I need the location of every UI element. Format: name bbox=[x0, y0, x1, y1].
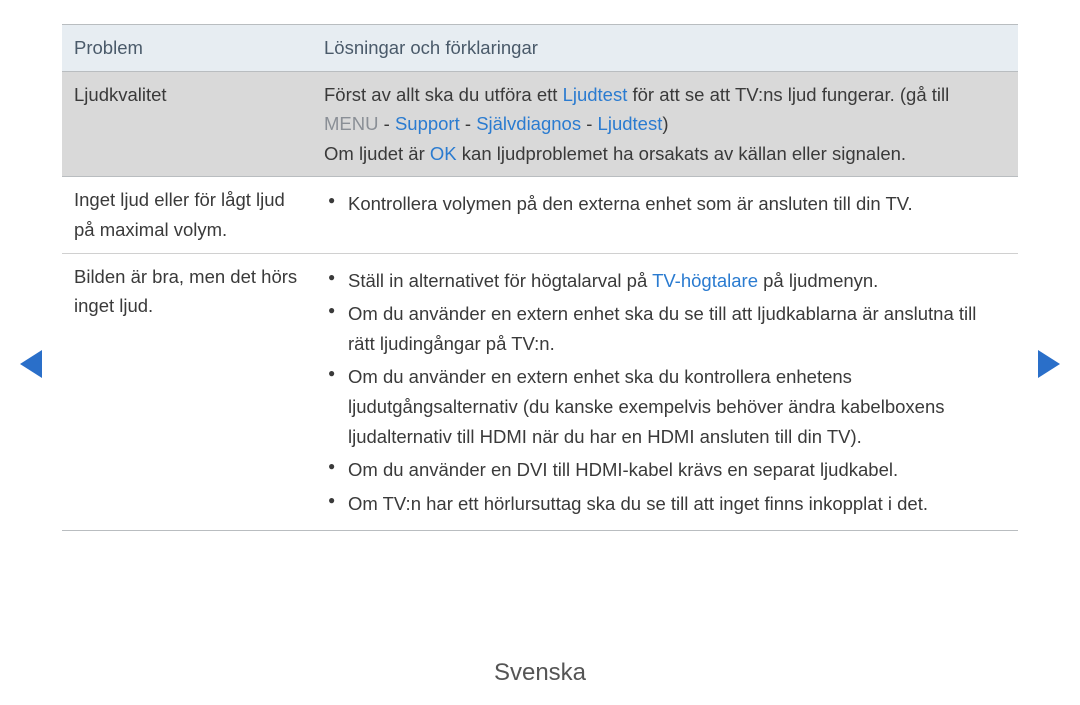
text: Om ljudet är bbox=[324, 143, 430, 164]
sep: - bbox=[378, 113, 394, 134]
text: kan ljudproblemet ha orsakats av källan … bbox=[457, 143, 906, 164]
list-item: Ställ in alternativet för högtalarval på… bbox=[324, 266, 1006, 296]
content-area: Problem Lösningar och förklaringar Ljudk… bbox=[62, 24, 1018, 531]
bullet-list: Ställ in alternativet för högtalarval på… bbox=[324, 266, 1006, 519]
footer-language: Svenska bbox=[0, 659, 1080, 687]
list-item: Om du använder en extern enhet ska du ko… bbox=[324, 362, 1006, 451]
menu-path-support: Support bbox=[395, 113, 460, 134]
solution-line-1: Först av allt ska du utföra ett Ljudtest… bbox=[324, 80, 1006, 110]
sep: - bbox=[460, 113, 476, 134]
solution-line-3: Om ljudet är OK kan ljudproblemet ha ors… bbox=[324, 139, 1006, 169]
solution-cell: Kontrollera volymen på den externa enhet… bbox=[312, 177, 1018, 253]
row-sound-quality: Ljudkvalitet Först av allt ska du utföra… bbox=[62, 71, 1018, 177]
row-no-sound: Inget ljud eller för lågt ljud på maxima… bbox=[62, 177, 1018, 253]
sep: - bbox=[581, 113, 597, 134]
table-header-row: Problem Lösningar och förklaringar bbox=[62, 25, 1018, 72]
list-item: Om du använder en extern enhet ska du se… bbox=[324, 299, 1006, 358]
prev-page-arrow-icon[interactable] bbox=[20, 350, 42, 378]
highlight-soundtest: Ljudtest bbox=[563, 84, 628, 105]
list-item: Om du använder en DVI till HDMI-kabel kr… bbox=[324, 455, 1006, 485]
header-solution: Lösningar och förklaringar bbox=[312, 25, 1018, 72]
text: för att se att TV:ns ljud fungerar. (gå … bbox=[627, 84, 949, 105]
highlight-tv-speaker: TV-högtalare bbox=[652, 270, 758, 291]
solution-menu-path: MENU - Support - Självdiagnos - Ljudtest… bbox=[324, 109, 1006, 139]
solution-cell: Ställ in alternativet för högtalarval på… bbox=[312, 253, 1018, 531]
bullet-list: Kontrollera volymen på den externa enhet… bbox=[324, 189, 1006, 219]
row-picture-ok-no-sound: Bilden är bra, men det hörs inget ljud. … bbox=[62, 253, 1018, 531]
list-item: Om TV:n har ett hörlursuttag ska du se t… bbox=[324, 489, 1006, 519]
highlight-ok: OK bbox=[430, 143, 457, 164]
solution-cell: Först av allt ska du utföra ett Ljudtest… bbox=[312, 71, 1018, 177]
menu-path-soundtest: Ljudtest bbox=[598, 113, 663, 134]
manual-page: Problem Lösningar och förklaringar Ljudk… bbox=[0, 0, 1080, 705]
list-item: Kontrollera volymen på den externa enhet… bbox=[324, 189, 1006, 219]
problem-cell: Ljudkvalitet bbox=[62, 71, 312, 177]
text: ) bbox=[662, 113, 668, 134]
problem-cell: Inget ljud eller för lågt ljud på maxima… bbox=[62, 177, 312, 253]
text: Ställ in alternativet för högtalarval på bbox=[348, 270, 652, 291]
next-page-arrow-icon[interactable] bbox=[1038, 350, 1060, 378]
text: Först av allt ska du utföra ett bbox=[324, 84, 563, 105]
menu-path-diagnosis: Självdiagnos bbox=[476, 113, 581, 134]
problem-cell: Bilden är bra, men det hörs inget ljud. bbox=[62, 253, 312, 531]
header-problem: Problem bbox=[62, 25, 312, 72]
menu-path-menu: MENU bbox=[324, 113, 378, 134]
text: på ljudmenyn. bbox=[758, 270, 878, 291]
troubleshoot-table: Problem Lösningar och förklaringar Ljudk… bbox=[62, 24, 1018, 531]
